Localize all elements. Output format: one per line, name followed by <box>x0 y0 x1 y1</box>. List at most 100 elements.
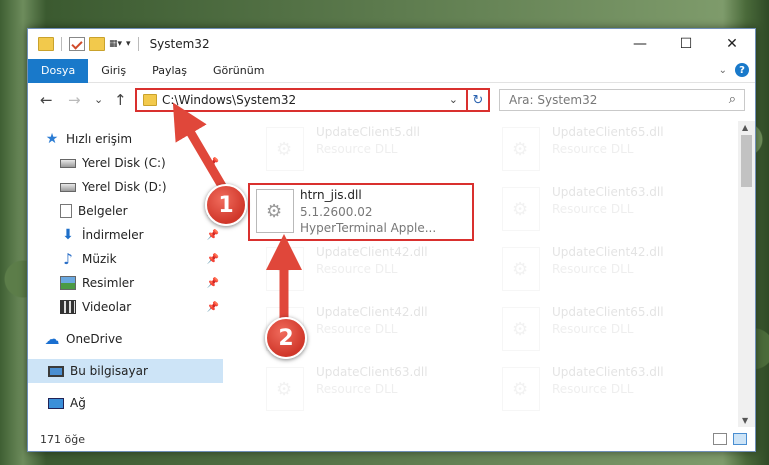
sidebar-item-this-pc[interactable]: Bu bilgisayar <box>28 359 223 383</box>
pin-icon[interactable]: 📌 <box>207 254 219 265</box>
pin-icon[interactable]: 📌 <box>207 158 219 169</box>
details-view-icon[interactable] <box>713 433 727 445</box>
ribbon-tabs: Dosya Giriş Paylaş Görünüm ⌄ ? <box>28 58 755 83</box>
ribbon-right-controls: ⌄ ? <box>719 63 749 77</box>
toolbar-dropdown-icon[interactable]: ▾ <box>126 39 131 49</box>
properties-icon[interactable] <box>69 37 85 51</box>
chevron-down-icon[interactable]: ⌄ <box>719 65 727 76</box>
file-version: 5.1.2600.02 <box>300 205 373 219</box>
file-name: UpdateClient42.dll <box>316 245 428 259</box>
view-switcher <box>713 433 747 445</box>
file-item[interactable]: ⚙ UpdateClient63.dll Resource DLL <box>502 183 728 241</box>
file-description: Resource DLL <box>316 262 398 276</box>
pin-icon[interactable]: 📌 <box>207 278 219 289</box>
file-description: Resource DLL <box>552 202 634 216</box>
computer-icon <box>48 365 64 377</box>
dll-file-icon: ⚙ <box>266 367 304 411</box>
file-item[interactable]: ⚙ UpdateClient63.dll Resource DLL <box>502 363 728 421</box>
sidebar-item-local-disk-c[interactable]: Yerel Disk (C:) 📌 <box>60 151 223 175</box>
file-item[interactable]: ⚙ UpdateClient63.dll Resource DLL <box>266 363 492 421</box>
dll-file-icon: ⚙ <box>266 247 304 291</box>
file-description: Resource DLL <box>552 322 634 336</box>
file-description: Resource DLL <box>552 142 634 156</box>
file-item[interactable]: ⚙ UpdateClient5.dll Resource DLL <box>266 123 492 181</box>
file-description: Resource DLL <box>552 382 634 396</box>
download-icon: ⬇ <box>62 227 74 243</box>
callout-badge-2: 2 <box>265 317 307 359</box>
file-item[interactable]: ⚙ UpdateClient42.dll Resource DLL <box>266 243 492 301</box>
star-icon: ★ <box>45 131 59 147</box>
item-count: 171 öğe <box>40 432 85 446</box>
sidebar-item-label: Videolar <box>82 300 132 314</box>
new-folder-icon[interactable] <box>89 37 105 51</box>
refresh-button[interactable]: ↻ <box>466 88 490 112</box>
scroll-up-icon[interactable]: ▲ <box>742 123 748 132</box>
file-description: Resource DLL <box>552 262 634 276</box>
sidebar-item-music[interactable]: ♪ Müzik 📌 <box>60 247 223 271</box>
file-item-highlighted[interactable]: ⚙ htrn_jis.dll 5.1.2600.02 HyperTerminal… <box>248 183 474 241</box>
vertical-scrollbar[interactable]: ▲ ▼ <box>738 121 755 427</box>
address-path: C:\Windows\System32 <box>162 93 297 107</box>
sidebar-item-network[interactable]: Ağ <box>48 391 223 415</box>
help-icon[interactable]: ? <box>735 63 749 77</box>
window-title: System32 <box>149 37 210 51</box>
address-bar[interactable]: C:\Windows\System32 ⌄ <box>135 88 490 112</box>
tab-paylas[interactable]: Paylaş <box>139 59 200 83</box>
tab-dosya[interactable]: Dosya <box>28 58 89 83</box>
up-arrow-icon[interactable]: ↑ <box>114 91 127 109</box>
sidebar-item-local-disk-d[interactable]: Yerel Disk (D:) <box>60 175 223 199</box>
divider <box>137 37 139 51</box>
maximize-button[interactable]: ☐ <box>663 29 709 59</box>
scroll-thumb[interactable] <box>741 135 752 187</box>
dll-file-icon: ⚙ <box>502 367 540 411</box>
dll-file-icon: ⚙ <box>502 127 540 171</box>
forward-arrow-icon[interactable]: → <box>68 91 81 109</box>
sidebar-item-label: Ağ <box>70 396 86 410</box>
sidebar-item-onedrive[interactable]: ☁ OneDrive <box>44 327 223 351</box>
title-bar: ▦▾ ▾ System32 — ☐ ✕ <box>28 29 755 59</box>
sidebar-item-label: Yerel Disk (D:) <box>82 180 167 194</box>
file-description: HyperTerminal Apple... <box>300 221 437 235</box>
sidebar-item-label: Müzik <box>82 252 117 266</box>
divider <box>61 37 62 51</box>
disk-icon <box>60 182 76 192</box>
sidebar-item-pictures[interactable]: Resimler 📌 <box>60 271 223 295</box>
sidebar-item-label: Hızlı erişim <box>66 132 133 146</box>
file-item[interactable]: ⚙ UpdateClient65.dll Resource DLL <box>502 303 728 361</box>
back-arrow-icon[interactable]: ← <box>40 91 53 109</box>
tab-gorunum[interactable]: Görünüm <box>200 59 277 83</box>
sidebar-item-documents[interactable]: Belgeler 📌 <box>60 199 223 223</box>
tiles-view-icon[interactable] <box>733 433 747 445</box>
quick-access-toolbar: ▦▾ ▾ <box>38 37 142 51</box>
search-input[interactable]: Ara: System32 ⌕ <box>499 89 745 111</box>
document-icon <box>60 204 72 218</box>
file-name: UpdateClient65.dll <box>552 125 664 139</box>
file-list: ⚙ UpdateClient5.dll Resource DLL ⚙ Updat… <box>246 121 738 421</box>
tab-giris[interactable]: Giriş <box>88 59 139 83</box>
sidebar-item-label: OneDrive <box>66 332 123 346</box>
scroll-down-icon[interactable]: ▼ <box>742 416 748 425</box>
file-description: Resource DLL <box>316 142 398 156</box>
minimize-button[interactable]: — <box>617 29 663 59</box>
explorer-window: ▦▾ ▾ System32 — ☐ ✕ Dosya Giriş Paylaş G… <box>27 28 756 452</box>
dll-file-icon: ⚙ <box>502 187 540 231</box>
pin-icon[interactable]: 📌 <box>207 230 219 241</box>
file-item[interactable]: ⚙ UpdateClient65.dll Resource DLL <box>502 123 728 181</box>
sidebar-item-label: İndirmeler <box>82 228 144 242</box>
sidebar-item-quick-access[interactable]: ★ Hızlı erişim <box>44 127 223 151</box>
file-name: UpdateClient5.dll <box>316 125 420 139</box>
sidebar-item-label: Belgeler <box>78 204 128 218</box>
sidebar-item-downloads[interactable]: ⬇ İndirmeler 📌 <box>60 223 223 247</box>
pictures-icon <box>60 276 76 290</box>
window-controls: — ☐ ✕ <box>617 29 755 59</box>
pin-icon[interactable]: 📌 <box>207 302 219 313</box>
videos-icon <box>60 300 76 314</box>
dll-file-icon: ⚙ <box>502 247 540 291</box>
recent-locations-icon[interactable]: ⌄ <box>94 93 103 106</box>
close-button[interactable]: ✕ <box>709 29 755 59</box>
sidebar-item-videos[interactable]: Videolar 📌 <box>60 295 223 319</box>
customize-toolbar-icon[interactable]: ▦▾ <box>109 39 122 49</box>
disk-icon <box>60 158 76 168</box>
file-item[interactable]: ⚙ UpdateClient42.dll Resource DLL <box>502 243 728 301</box>
chevron-down-icon[interactable]: ⌄ <box>449 93 458 106</box>
